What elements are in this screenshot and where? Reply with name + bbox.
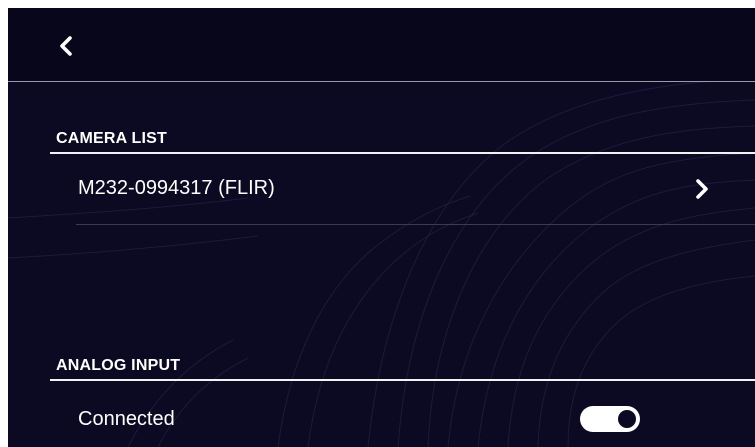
chevron-left-icon — [60, 36, 72, 56]
row-divider — [76, 224, 755, 225]
analog-input-header: ANALOG INPUT — [50, 353, 755, 381]
chevron-right-icon — [688, 175, 716, 203]
header-bar — [8, 8, 755, 82]
camera-list-header: CAMERA LIST — [50, 126, 755, 154]
analog-input-title: ANALOG INPUT — [56, 357, 181, 374]
connected-label: Connected — [78, 408, 175, 430]
connected-toggle[interactable] — [580, 406, 640, 432]
camera-settings-screen: CAMERA LIST M232-0994317 (FLIR) ANALOG I… — [8, 8, 755, 447]
camera-list-item[interactable]: M232-0994317 (FLIR) — [76, 153, 755, 225]
camera-item-label: M232-0994317 (FLIR) — [78, 177, 275, 199]
back-button[interactable] — [48, 28, 84, 64]
camera-list-title: CAMERA LIST — [56, 130, 167, 147]
toggle-knob — [618, 410, 636, 428]
connected-row: Connected — [76, 381, 755, 447]
